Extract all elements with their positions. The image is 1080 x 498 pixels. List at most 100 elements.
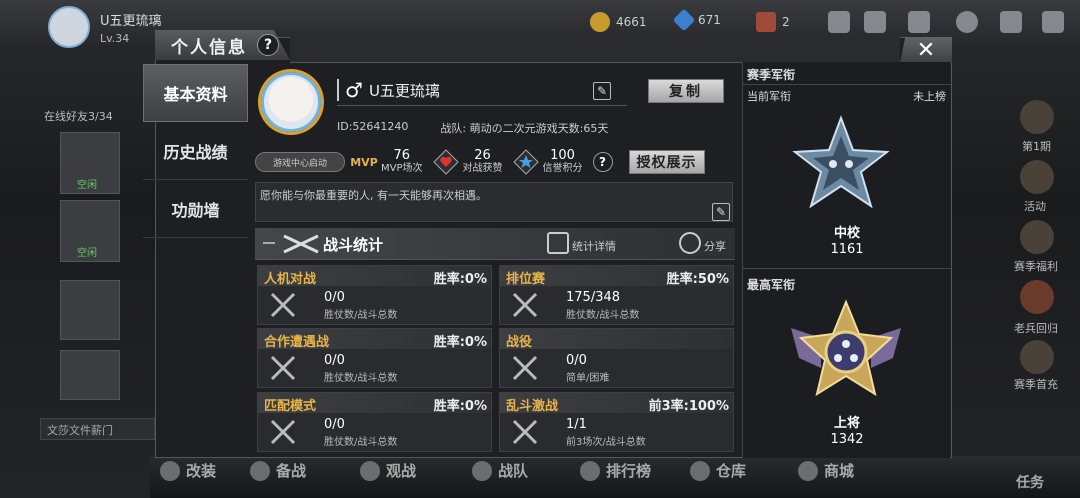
auth-display-button[interactable]: 授权展示 [628, 150, 705, 174]
stats-row: 游戏中心启动 MVP 76 MVP场次 26 对战获赞 100 信誉积分 ? 授… [255, 144, 730, 180]
stat-card-campaign[interactable]: 战役 0/0 简单/困难 [499, 328, 734, 388]
crossed-swords-icon [512, 355, 538, 381]
player-name: U五更琉璃 [100, 14, 162, 29]
team-icon [472, 460, 492, 481]
bottom-nav-label: 战队 [498, 462, 529, 480]
stat-details-link[interactable]: 统计详情 [547, 232, 616, 254]
card-value: 0/0 [566, 353, 587, 368]
gear-icon[interactable] [956, 11, 978, 33]
gold-counter[interactable]: 4661 [590, 12, 647, 32]
tab-basic-info[interactable]: 基本资料 [143, 64, 248, 122]
card-sub: 胜仗数/战斗总数 [566, 310, 640, 321]
star-icon [360, 460, 380, 481]
edit-motto-icon[interactable]: ✎ [712, 203, 730, 221]
copy-button[interactable]: 复制 [648, 79, 724, 103]
diamond-counter[interactable]: 671 [672, 8, 721, 32]
card-value: 1/1 [566, 417, 587, 432]
motto-text: 愿你能与你最重要的人, 有一天能够再次相遇。 [260, 189, 487, 202]
profile-avatar[interactable] [261, 72, 321, 132]
bottom-nav-item[interactable]: 战队 [472, 460, 528, 481]
stat-card-brawl[interactable]: 乱斗激战 前3率:100% 1/1 前3场次/战斗总数 [499, 392, 734, 452]
event-icon[interactable] [1020, 220, 1054, 254]
heart-icon [432, 149, 459, 175]
shop-icon [798, 460, 818, 481]
crossed-swords-icon [512, 419, 538, 445]
card-name: 匹配模式 [264, 399, 317, 414]
collapse-dash[interactable] [263, 242, 275, 244]
help-icon[interactable]: ? [257, 34, 279, 56]
close-button[interactable]: ✕ [900, 37, 952, 63]
lieutenant-colonel-badge-icon [792, 115, 890, 209]
card-value: 0/0 [324, 417, 345, 432]
bottom-nav-item[interactable]: 观战 [360, 460, 416, 481]
stat-card-pve[interactable]: 人机对战 胜率:0% 0/0 胜仗数/战斗总数 [257, 265, 492, 325]
mvp-icon: MVP [350, 155, 378, 169]
card-rate: 胜率:0% [433, 272, 487, 287]
likes-stat: 26 对战获赞 [432, 149, 503, 175]
share-icon [679, 232, 701, 254]
friend-card[interactable]: 空闲 [60, 200, 120, 262]
modal-title: 个人信息 [171, 37, 247, 58]
event-icon[interactable] [1020, 100, 1054, 134]
bottom-nav-label: 仓库 [716, 462, 747, 480]
card-sub: 前3场次/战斗总数 [566, 437, 646, 448]
card-sub: 简单/困难 [566, 373, 610, 384]
side-nav: 基本资料 历史战绩 功勋墙 [143, 64, 248, 238]
credit-help-icon[interactable]: ? [592, 152, 613, 172]
tab-history[interactable]: 历史战绩 [143, 122, 248, 180]
bottom-nav-item[interactable]: 仓库 [690, 460, 746, 481]
season-divider [743, 84, 951, 85]
event-icon[interactable] [1020, 160, 1054, 194]
profile-name: U五更琉璃 [368, 81, 440, 100]
bottom-nav-item[interactable]: 商城 [798, 460, 854, 481]
stat-card-ranked[interactable]: 排位赛 胜率:50% 175/348 胜仗数/战斗总数 [499, 265, 734, 325]
game-center-badge[interactable]: 游戏中心启动 [255, 152, 345, 172]
current-rank-name: 中校 [833, 226, 860, 241]
friend-card[interactable] [60, 280, 120, 340]
bottom-nav-label: 备战 [276, 462, 307, 480]
bottom-nav-label: 观战 [386, 462, 417, 480]
card-rate: 胜率:50% [666, 272, 729, 287]
crossed-swords-icon [270, 355, 296, 381]
event-icon[interactable] [1020, 280, 1054, 314]
book-icon[interactable] [1000, 11, 1022, 33]
credit-value: 100 [550, 148, 575, 163]
edit-name-icon[interactable]: ✎ [593, 82, 611, 100]
player-avatar[interactable] [48, 6, 90, 48]
team-days: 战队: 萌动の二次元游戏天数:65天 [440, 122, 609, 135]
stat-card-coop[interactable]: 合作遭遇战 胜率:0% 0/0 胜仗数/战斗总数 [257, 328, 492, 388]
card-sub: 胜仗数/战斗总数 [324, 373, 398, 384]
battle-stats-header: 战斗统计 统计详情 分享 [255, 228, 735, 260]
best-rank-name: 上将 [833, 416, 860, 431]
mail-icon[interactable] [908, 11, 930, 33]
crossed-swords-icon [270, 292, 296, 318]
ticket-counter[interactable]: 2 [756, 12, 790, 32]
name-divider [337, 79, 339, 101]
star-icon [512, 149, 539, 175]
event-icon[interactable] [1020, 340, 1054, 374]
current-rank-status: 未上榜 [913, 90, 946, 103]
header-divider [337, 105, 627, 106]
tab-merit-wall[interactable]: 功勋墙 [143, 180, 248, 238]
friends-icon[interactable] [864, 11, 886, 33]
bottom-nav-item[interactable]: 排行榜 [580, 460, 651, 481]
card-rate: 前3率:100% [648, 399, 729, 414]
chat-bar[interactable]: 文莎文件薪门 [40, 418, 155, 440]
gold-value: 4661 [616, 15, 647, 29]
bottom-nav-item[interactable]: 改装 [160, 460, 216, 481]
stat-card-match[interactable]: 匹配模式 胜率:0% 0/0 胜仗数/战斗总数 [257, 392, 492, 452]
task-button[interactable]: 任务 [1016, 472, 1044, 492]
add-icon[interactable] [828, 11, 850, 33]
friend-card[interactable] [60, 350, 120, 400]
card-name: 合作遭遇战 [264, 335, 330, 350]
menu-icon[interactable] [1042, 11, 1064, 33]
friend-card[interactable]: 空闲 [60, 132, 120, 194]
share-link[interactable]: 分享 [679, 232, 726, 254]
card-name: 人机对战 [264, 272, 317, 287]
general-badge-icon [791, 299, 901, 397]
bottom-nav-item[interactable]: 备战 [250, 460, 306, 481]
current-rank-score: 1161 [830, 242, 864, 257]
online-friends-label: 在线好友3/34 [44, 110, 113, 123]
card-name: 排位赛 [506, 272, 546, 287]
mvp-stat: MVP 76 MVP场次 [350, 149, 422, 175]
